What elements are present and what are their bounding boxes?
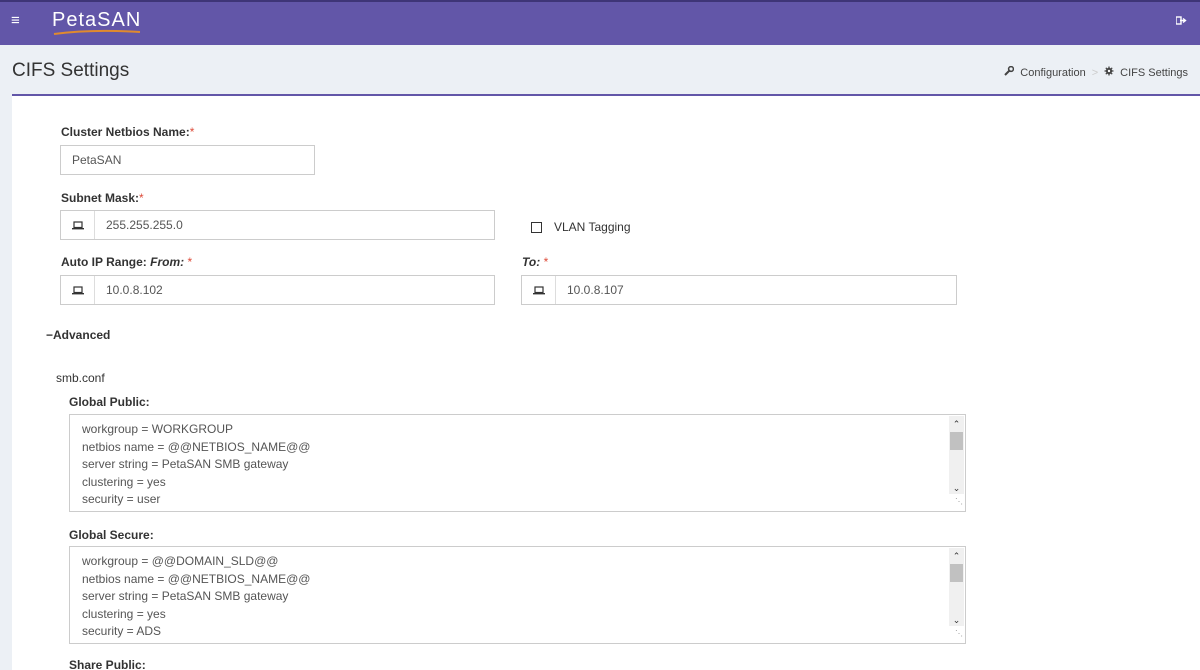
- subnet-label: Subnet Mask:*: [61, 191, 144, 205]
- content-header: CIFS Settings Configuration > CIFS Setti…: [0, 45, 1200, 94]
- global-public-scrollbar[interactable]: ⌃ ⌄: [949, 416, 964, 494]
- laptop-icon: [522, 276, 556, 304]
- global-public-text: workgroup = WORKGROUP netbios name = @@N…: [82, 422, 311, 506]
- netbios-name-value: PetaSAN: [72, 153, 122, 167]
- required-mark: *: [543, 255, 549, 269]
- scroll-up-icon[interactable]: ⌃: [949, 548, 964, 562]
- breadcrumb-separator: >: [1091, 66, 1099, 79]
- resize-handle-icon[interactable]: ⋱: [955, 493, 963, 511]
- netbios-label: Cluster Netbios Name:*: [61, 125, 195, 139]
- required-mark: *: [187, 255, 193, 269]
- global-secure-text: workgroup = @@DOMAIN_SLD@@ netbios name …: [82, 554, 311, 638]
- vlan-tagging-row: VLAN Tagging: [531, 220, 631, 234]
- top-navbar: ≡ PetaSAN: [0, 0, 1200, 45]
- global-secure-label: Global Secure:: [69, 528, 154, 542]
- vlan-tagging-checkbox[interactable]: [531, 221, 542, 233]
- wrench-icon: [1004, 65, 1015, 79]
- logo[interactable]: PetaSAN: [52, 9, 141, 39]
- subnet-mask-input[interactable]: 255.255.255.0: [60, 210, 495, 240]
- required-mark: *: [139, 191, 144, 205]
- range-from-input[interactable]: 10.0.8.102: [60, 275, 495, 305]
- menu-toggle-icon[interactable]: ≡: [11, 13, 20, 28]
- laptop-icon: [61, 211, 95, 239]
- scroll-thumb[interactable]: [950, 432, 963, 450]
- breadcrumb: Configuration > CIFS Settings: [1004, 65, 1188, 79]
- netbios-name-input[interactable]: PetaSAN: [60, 145, 315, 175]
- range-to-value: 10.0.8.107: [567, 283, 624, 297]
- smb-conf-title: smb.conf: [56, 371, 105, 385]
- global-public-label: Global Public:: [69, 395, 150, 409]
- range-from-value: 10.0.8.102: [106, 283, 163, 297]
- vlan-tagging-label: VLAN Tagging: [554, 220, 631, 234]
- required-mark: *: [189, 125, 195, 139]
- global-secure-scrollbar[interactable]: ⌃ ⌄: [949, 548, 964, 626]
- scroll-up-icon[interactable]: ⌃: [949, 416, 964, 430]
- global-public-textarea[interactable]: workgroup = WORKGROUP netbios name = @@N…: [69, 414, 966, 512]
- subnet-mask-value: 255.255.255.0: [106, 218, 183, 232]
- share-public-label: Share Public:: [69, 658, 146, 670]
- scroll-thumb[interactable]: [950, 564, 963, 582]
- range-from-label: Auto IP Range: From: *: [61, 255, 193, 269]
- gear-icon: [1104, 66, 1114, 79]
- range-to-label: To: *: [522, 255, 549, 269]
- range-to-input[interactable]: 10.0.8.107: [521, 275, 957, 305]
- logo-swoosh: [53, 29, 141, 35]
- breadcrumb-configuration[interactable]: Configuration: [1020, 67, 1085, 79]
- resize-handle-icon[interactable]: ⋱: [955, 625, 963, 643]
- sign-out-icon[interactable]: [1175, 15, 1187, 29]
- breadcrumb-current: CIFS Settings: [1120, 66, 1188, 79]
- global-secure-textarea[interactable]: workgroup = @@DOMAIN_SLD@@ netbios name …: [69, 546, 966, 644]
- collapse-icon: −: [46, 328, 54, 342]
- page-title: CIFS Settings: [12, 60, 130, 81]
- advanced-toggle[interactable]: −Advanced: [46, 328, 110, 342]
- laptop-icon: [61, 276, 95, 304]
